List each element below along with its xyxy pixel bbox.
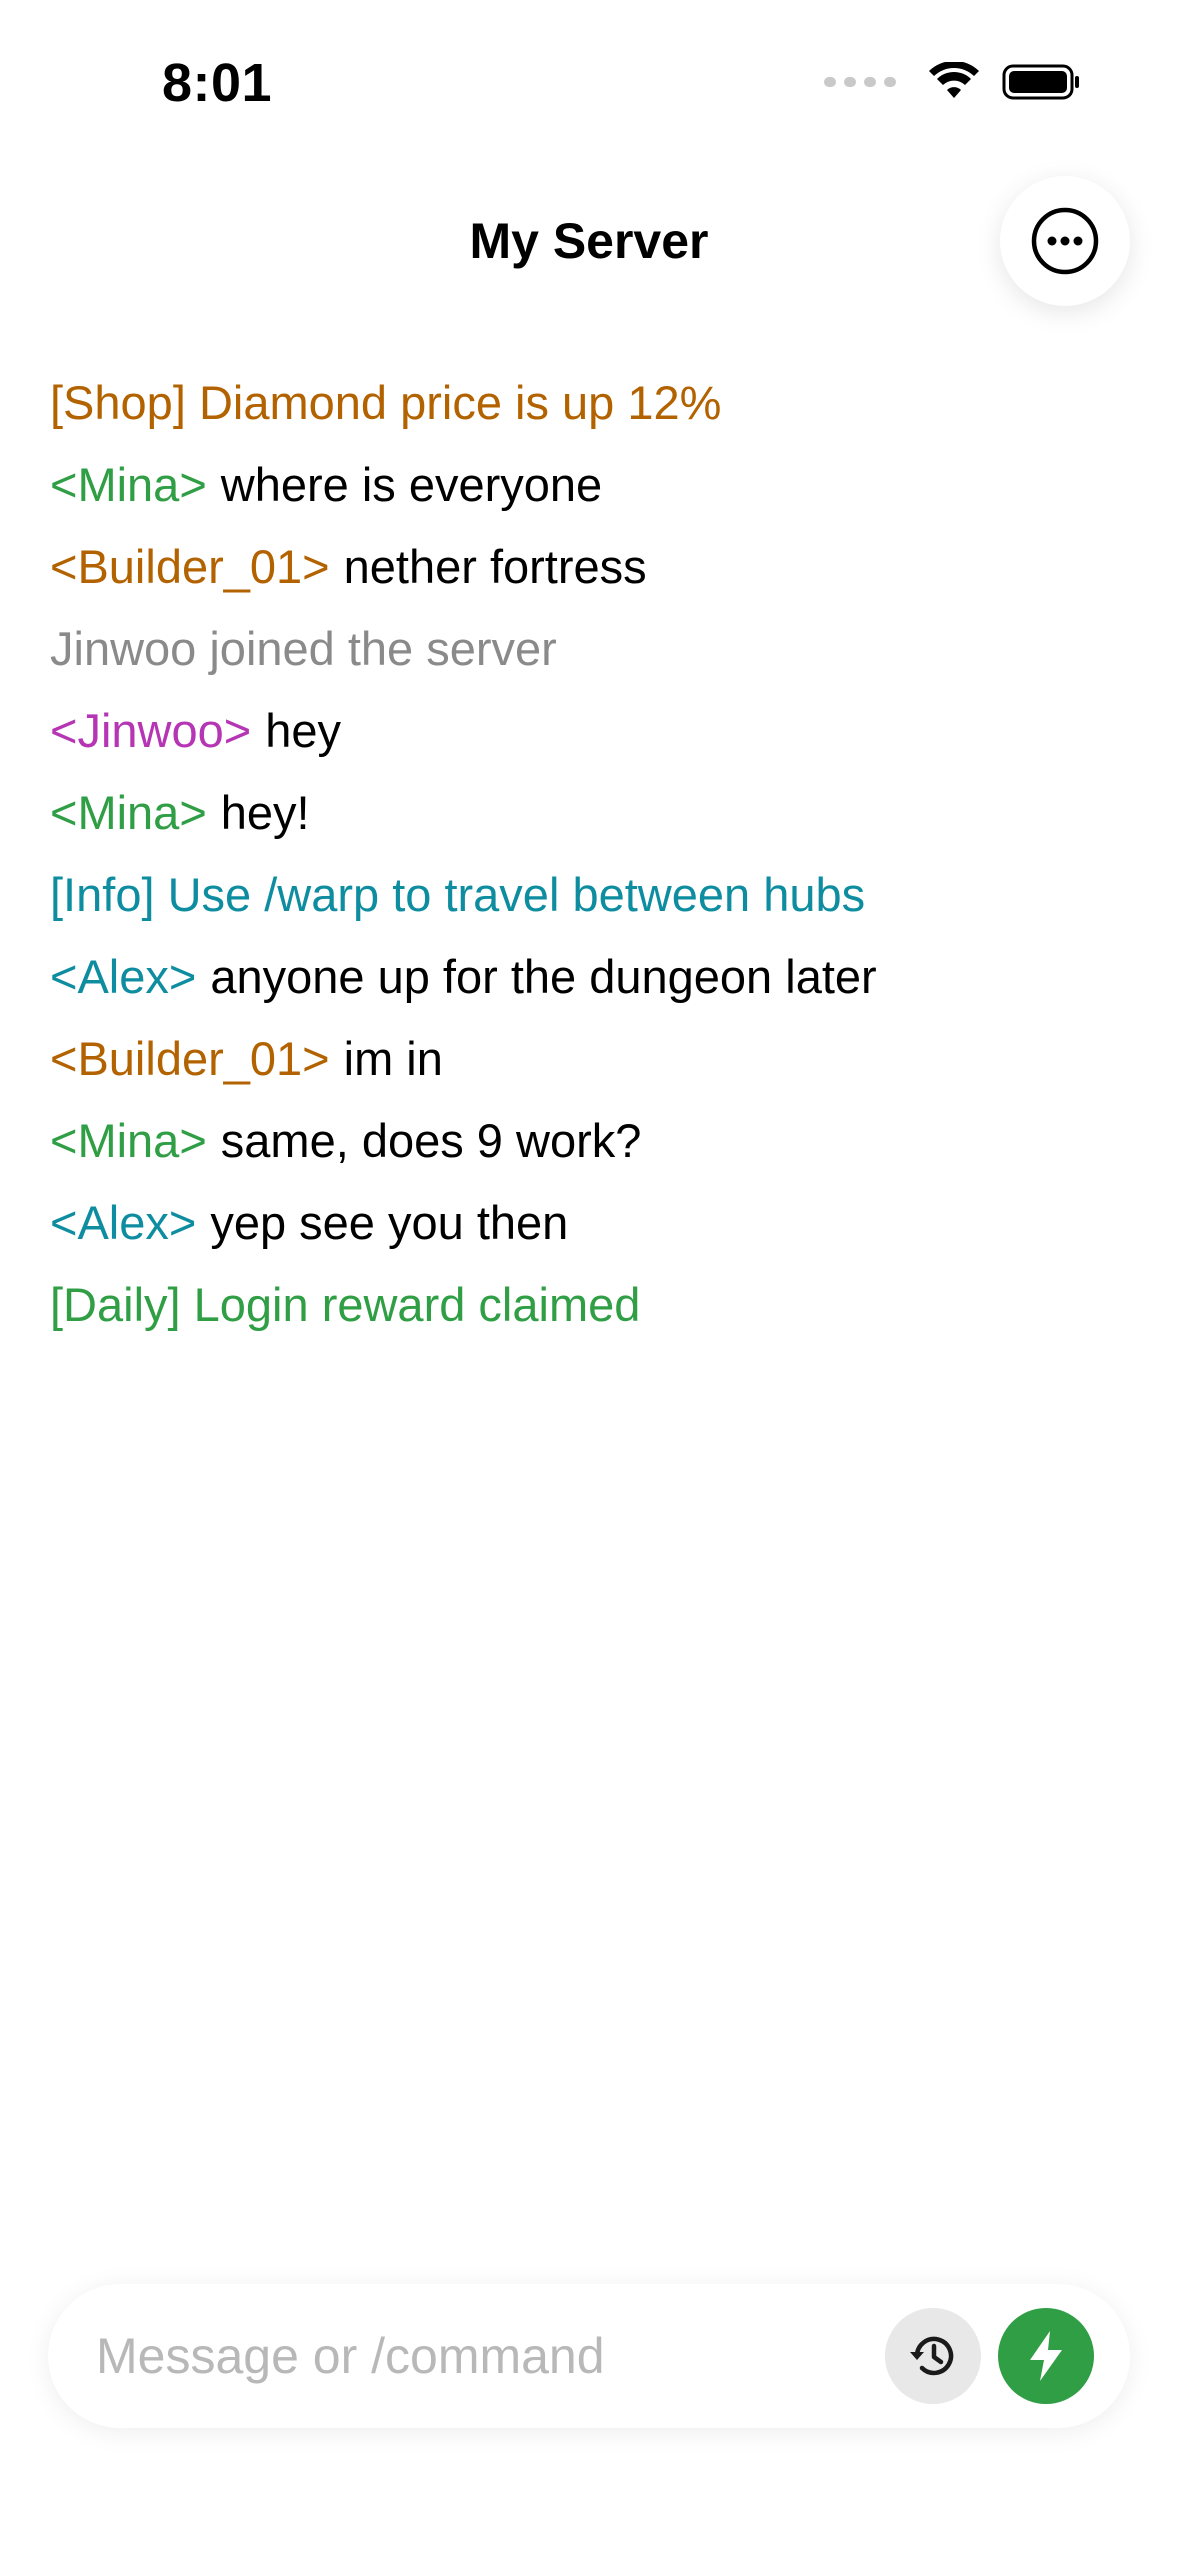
- system-message-text: [Shop] Diamond price is up 12%: [50, 376, 722, 429]
- system-message-text: Jinwoo joined the server: [50, 622, 557, 675]
- chat-line: [Daily] Login reward claimed: [50, 1264, 1130, 1346]
- chat-sender: <Jinwoo>: [50, 704, 252, 757]
- wifi-icon: [929, 62, 979, 98]
- chat-sender: <Mina>: [50, 786, 207, 839]
- chat-line: <Jinwoo> hey: [50, 690, 1130, 772]
- chat-log: [Shop] Diamond price is up 12% <Mina> wher…: [50, 362, 1130, 1346]
- chat-line: <Mina> hey!: [50, 772, 1130, 854]
- chat-sender: <Mina>: [50, 1114, 207, 1167]
- chat-message-text: im in: [343, 1032, 443, 1085]
- chat-line: <Alex> anyone up for the dungeon later: [50, 936, 1130, 1018]
- chat-sender: <Alex>: [50, 1196, 197, 1249]
- chat-sender: <Builder_01>: [50, 1032, 330, 1085]
- history-icon: [910, 2336, 954, 2376]
- chat-message-text: hey: [265, 704, 341, 757]
- more-options-button[interactable]: [1000, 176, 1130, 306]
- chat-message-text: same, does 9 work?: [220, 1114, 642, 1167]
- history-button[interactable]: [885, 2308, 981, 2404]
- chat-message-text: hey!: [220, 786, 310, 839]
- chat-line: <Alex> yep see you then: [50, 1182, 1130, 1264]
- chat-line: <Mina> where is everyone: [50, 444, 1130, 526]
- chat-message-text: anyone up for the dungeon later: [210, 950, 877, 1003]
- chat-message-text: where is everyone: [220, 458, 603, 511]
- chat-line: [Info] Use /warp to travel between hubs: [50, 854, 1130, 936]
- message-composer: [48, 2284, 1130, 2428]
- cellular-signal-icon: [824, 77, 896, 87]
- chat-line: Jinwoo joined the server: [50, 608, 1130, 690]
- status-bar: 8:01: [0, 0, 1178, 170]
- chat-line: <Mina> same, does 9 work?: [50, 1100, 1130, 1182]
- status-icons: [824, 62, 1082, 102]
- send-button[interactable]: [998, 2308, 1094, 2404]
- chat-message-text: nether fortress: [343, 540, 647, 593]
- chat-line: <Builder_01> im in: [50, 1018, 1130, 1100]
- battery-icon: [1002, 64, 1079, 100]
- bolt-icon: [1030, 2331, 1062, 2381]
- system-message-text: [Info] Use /warp to travel between hubs: [50, 868, 866, 921]
- chat-sender: <Builder_01>: [50, 540, 330, 593]
- chat-line: [Shop] Diamond price is up 12%: [50, 362, 1130, 444]
- status-time: 8:01: [162, 53, 273, 113]
- chat-sender: <Mina>: [50, 458, 207, 511]
- chat-message-text: yep see you then: [210, 1196, 569, 1249]
- ellipsis-circle-icon: [1031, 207, 1099, 275]
- message-input[interactable]: [96, 2284, 896, 2428]
- system-message-text: [Daily] Login reward claimed: [50, 1278, 641, 1331]
- chat-sender: <Alex>: [50, 950, 197, 1003]
- chat-line: <Builder_01> nether fortress: [50, 526, 1130, 608]
